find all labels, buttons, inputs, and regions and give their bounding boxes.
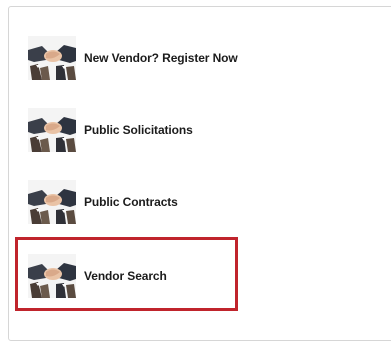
menu-item-label: Vendor Search — [84, 269, 167, 283]
handshake-icon — [28, 36, 76, 80]
menu-item-public-solicitations[interactable]: Public Solicitations — [28, 104, 268, 156]
menu-item-public-contracts[interactable]: Public Contracts — [28, 176, 268, 228]
menu-item-register[interactable]: New Vendor? Register Now — [28, 32, 268, 84]
handshake-icon — [28, 180, 76, 224]
menu-item-label: New Vendor? Register Now — [84, 51, 238, 65]
menu-item-label: Public Contracts — [84, 195, 178, 209]
handshake-icon — [28, 254, 76, 298]
menu-item-vendor-search[interactable]: Vendor Search — [28, 250, 268, 302]
handshake-icon — [28, 108, 76, 152]
menu-item-label: Public Solicitations — [84, 123, 193, 137]
